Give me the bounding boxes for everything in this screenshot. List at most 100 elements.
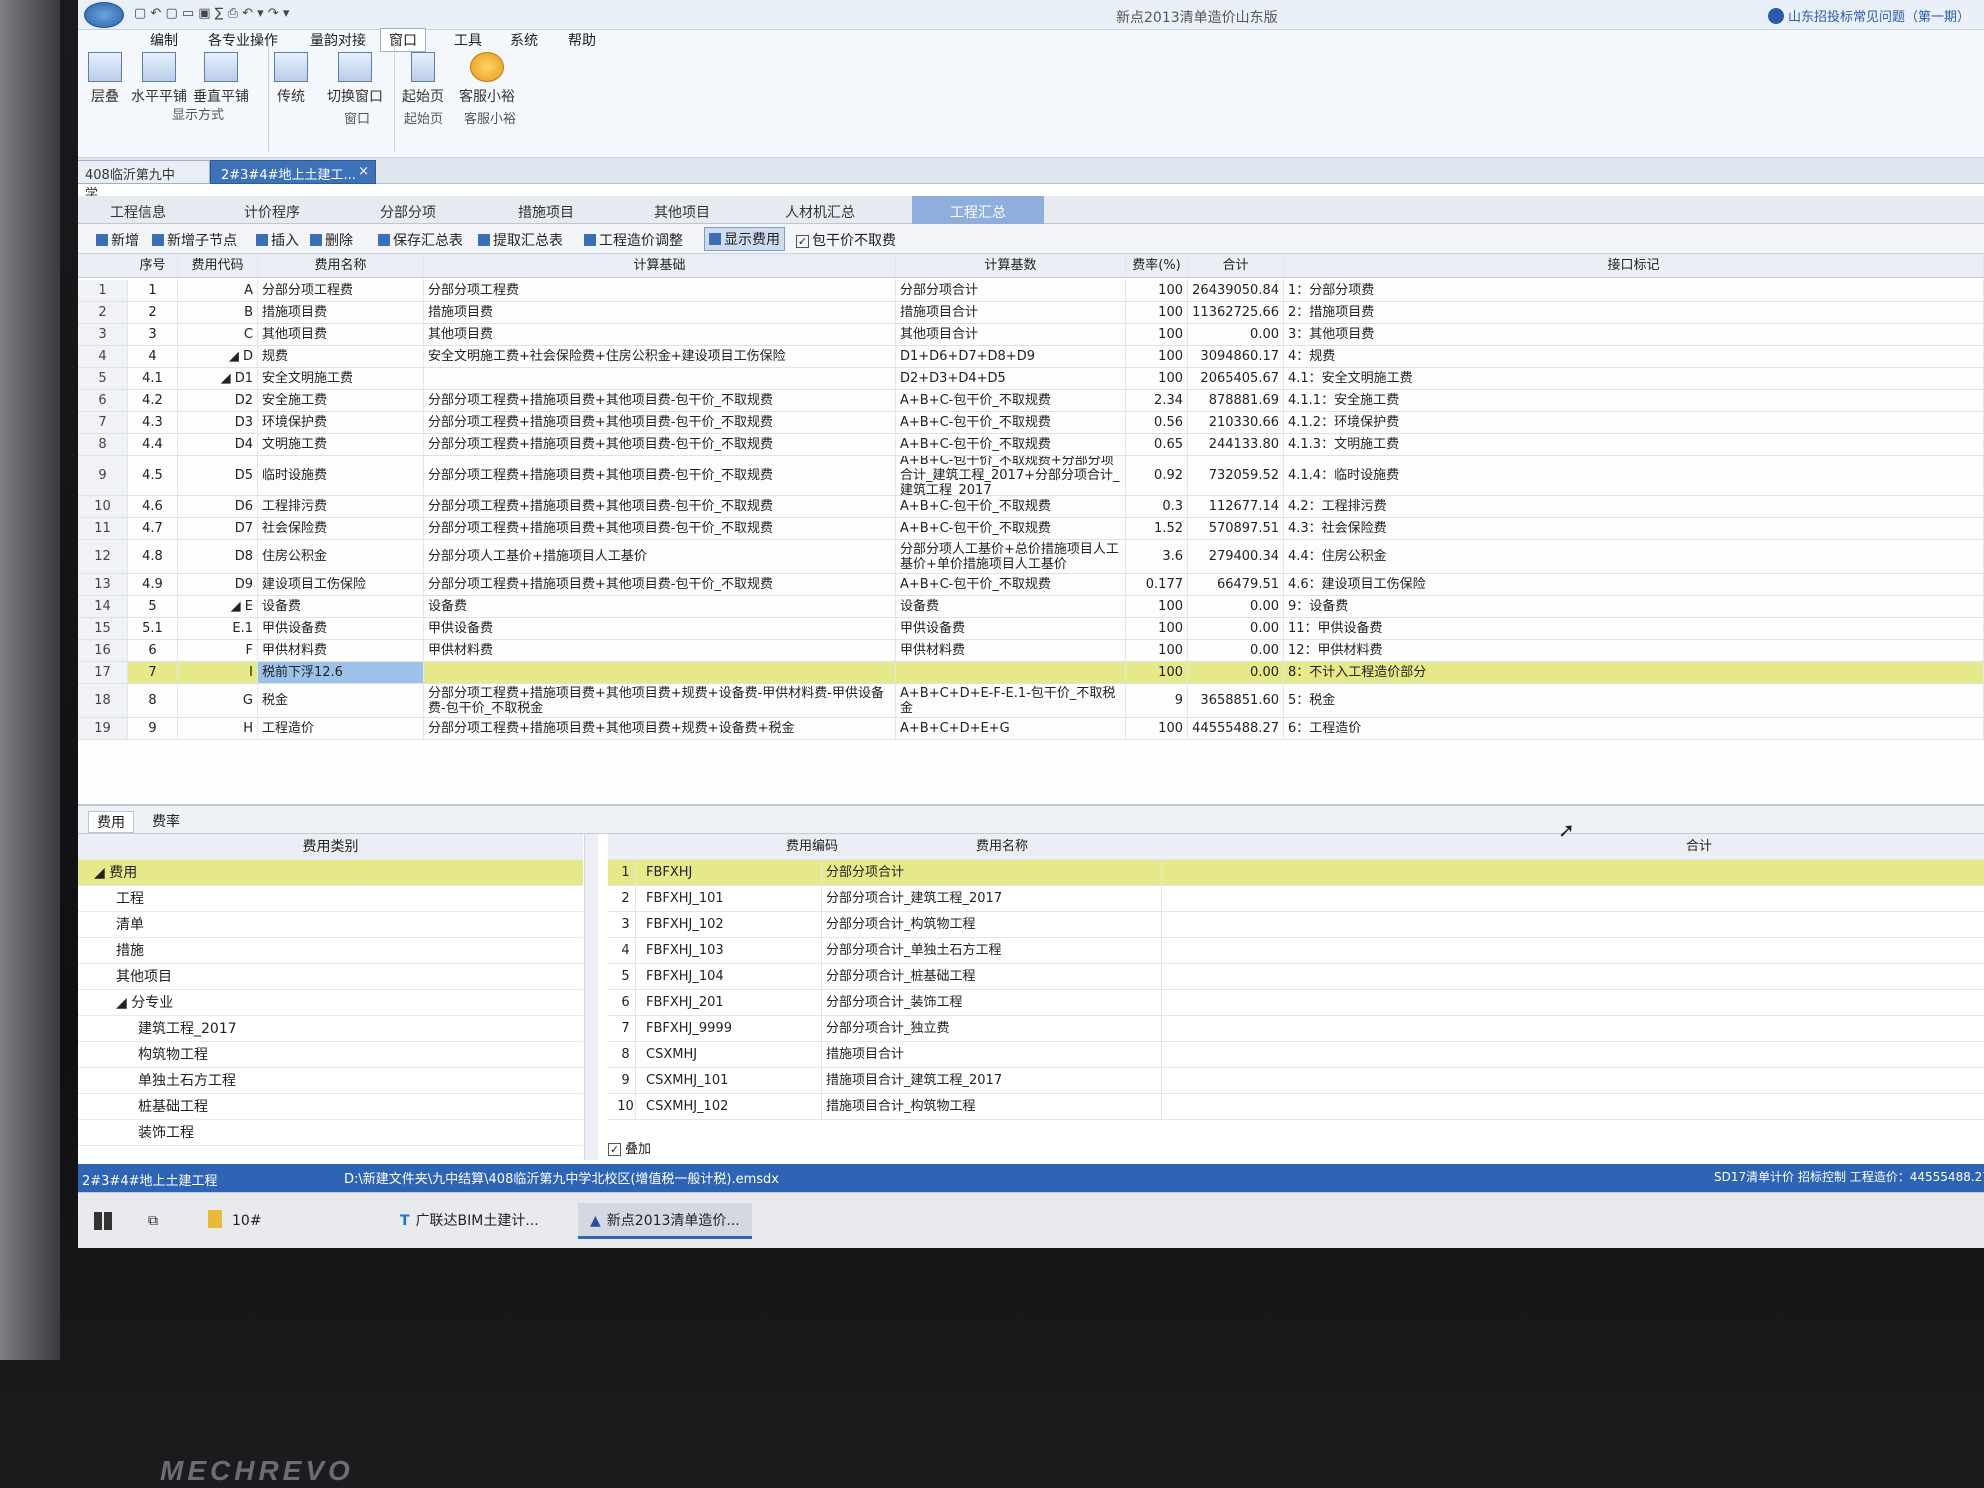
cell-total[interactable]: 66479.51 [1188,574,1284,595]
cell-basis[interactable]: 分部分项工程费+措施项目费+其他项目费-包干价_不取规费 [424,456,896,495]
cell-idx[interactable]: 12 [78,540,128,573]
cell-name[interactable]: 住房公积金 [258,540,424,573]
cell-total[interactable]: 112677.14 [1188,496,1284,517]
fee-table-row[interactable]: 8 CSXMHJ 措施项目合计 [608,1042,1984,1068]
table-row[interactable]: 3 3 C 其他项目费 其他项目费 其他项目合计 100 0.00 3：其他项目费 [78,324,1984,346]
fee-table-row[interactable]: 5 FBFXHJ_104 分部分项合计_桩基础工程 [608,964,1984,990]
cell-rate[interactable]: 9 [1126,684,1188,717]
cell-no[interactable]: 6 [128,640,178,661]
task-view-button[interactable]: ⧉ [148,1203,172,1239]
cell-rate[interactable]: 0.65 [1126,434,1188,455]
cell-code[interactable]: D3 [178,412,258,433]
table-row[interactable]: 7 4.3 D3 环境保护费 分部分项工程费+措施项目费+其他项目费-包干价_不取规费 A… [78,412,1984,434]
overlay-checkbox[interactable]: ✓ 叠加 [608,1138,651,1157]
fee-cell-code[interactable]: FBFXHJ_102 [642,912,822,938]
cell-name[interactable]: 税前下浮12.6 [258,662,424,683]
cell-total[interactable]: 878881.69 [1188,390,1284,411]
table-row[interactable]: 17 7 I 税前下浮12.6 100 0.00 8：不计入工程造价部分 [78,662,1984,684]
table-row[interactable]: 6 4.2 D2 安全施工费 分部分项工程费+措施项目费+其他项目费-包干价_不取规费 A… [78,390,1984,412]
cell-basis[interactable]: 措施项目费 [424,302,896,323]
fee-cell-code[interactable]: FBFXHJ [642,860,822,886]
tree-item[interactable]: 措施 [78,938,583,964]
cell-no[interactable]: 4.2 [128,390,178,411]
cell-total[interactable]: 0.00 [1188,618,1284,639]
tree-item[interactable]: ◢ 分专业 [78,990,583,1016]
fee-cell-code[interactable]: CSXMHJ [642,1042,822,1068]
cell-name[interactable]: 建设项目工伤保险 [258,574,424,595]
cell-basis[interactable]: 分部分项工程费+措施项目费+其他项目费-包干价_不取规费 [424,574,896,595]
table-row[interactable]: 12 4.8 D8 住房公积金 分部分项人工基价+措施项目人工基价 分部分项人工基价+总价… [78,540,1984,574]
cell-base[interactable]: A+B+C+D+E+G [896,718,1126,739]
fee-cell-idx[interactable]: 10 [612,1094,636,1120]
cell-name[interactable]: 其他项目费 [258,324,424,345]
table-row[interactable]: 16 6 F 甲供材料费 甲供材料费 甲供材料费 100 0.00 12：甲供材料费 [78,640,1984,662]
add-child-button[interactable]: 新增子节点 [152,230,237,250]
cell-code[interactable]: ◢ E [178,596,258,617]
cell-tag[interactable]: 11：甲供设备费 [1284,618,1984,639]
tree-item[interactable]: 单独土石方工程 [78,1068,583,1094]
cell-base[interactable]: 分部分项合计 [896,280,1126,301]
fee-cell-idx[interactable]: 7 [612,1016,636,1042]
tree-item[interactable]: 装饰工程 [78,1120,583,1146]
cell-rate[interactable]: 0.92 [1126,456,1188,495]
fee-cell-idx[interactable]: 5 [612,964,636,990]
doc-tab-school[interactable]: 408临沂第九中学... [78,160,210,202]
cell-base[interactable]: D2+D3+D4+D5 [896,368,1126,389]
cell-no[interactable]: 4 [128,346,178,367]
cell-basis[interactable]: 分部分项工程费+措施项目费+其他项目费-包干价_不取规费 [424,390,896,411]
cell-tag[interactable]: 4.1.1：安全施工费 [1284,390,1984,411]
cell-total[interactable]: 26439050.84 [1188,280,1284,301]
fee-cell-name[interactable]: 分部分项合计 [822,860,1162,886]
cell-rate[interactable]: 100 [1126,618,1188,639]
cell-rate[interactable]: 100 [1126,662,1188,683]
cell-code[interactable]: I [178,662,258,683]
tab-other-items[interactable]: 其他项目 [622,196,742,224]
col-header-no[interactable]: 序号 [128,254,178,277]
doc-tab-civil[interactable]: 2#3#4#地上土建工... × [210,160,376,184]
fee-cell-name[interactable]: 分部分项合计_单独土石方工程 [822,938,1162,964]
table-row[interactable]: 4 4 ◢ D 规费 安全文明施工费+社会保险费+住房公积金+建设项目工伤保险 D1+D6… [78,346,1984,368]
table-row[interactable]: 11 4.7 D7 社会保险费 分部分项工程费+措施项目费+其他项目费-包干价_不取规费… [78,518,1984,540]
cell-base[interactable] [896,662,1126,683]
fee-cell-code[interactable]: FBFXHJ_9999 [642,1016,822,1042]
cell-base[interactable]: 其他项目合计 [896,324,1126,345]
cell-base[interactable]: 甲供材料费 [896,640,1126,661]
cell-basis[interactable]: 分部分项人工基价+措施项目人工基价 [424,540,896,573]
fee-cell-idx[interactable]: 9 [612,1068,636,1094]
cell-name[interactable]: 安全施工费 [258,390,424,411]
fee-cell-code[interactable]: CSXMHJ_101 [642,1068,822,1094]
tree-item[interactable]: 构筑物工程 [78,1042,583,1068]
classic-window-button[interactable]: 传统 [260,52,322,132]
table-row[interactable]: 2 2 B 措施项目费 措施项目费 措施项目合计 100 11362725.66 2：措施项目费 [78,302,1984,324]
cell-rate[interactable]: 100 [1126,346,1188,367]
col-header-total[interactable]: 合计 [1188,254,1284,277]
fee-cell-name[interactable]: 分部分项合计_建筑工程_2017 [822,886,1162,912]
cell-no[interactable]: 4.7 [128,518,178,539]
taskbar-item-folder[interactable]: 10# [208,1203,262,1239]
col-header-base[interactable]: 计算基数 [896,254,1126,277]
cell-name[interactable]: 税金 [258,684,424,717]
cell-rate[interactable]: 100 [1126,302,1188,323]
cell-basis[interactable] [424,662,896,683]
cell-basis[interactable] [424,368,896,389]
cell-code[interactable]: D6 [178,496,258,517]
cell-code[interactable]: D5 [178,456,258,495]
cell-idx[interactable]: 10 [78,496,128,517]
col-header-fee-name[interactable]: 费用名称 [976,834,1028,860]
cell-idx[interactable]: 14 [78,596,128,617]
cell-base[interactable]: D1+D6+D7+D8+D9 [896,346,1126,367]
cell-total[interactable]: 732059.52 [1188,456,1284,495]
cell-base[interactable]: 设备费 [896,596,1126,617]
cell-tag[interactable]: 6：工程造价 [1284,718,1984,739]
cell-tag[interactable]: 9：设备费 [1284,596,1984,617]
cell-code[interactable]: ◢ D1 [178,368,258,389]
table-row[interactable]: 18 8 G 税金 分部分项工程费+措施项目费+其他项目费+规费+设备费-甲供材料费-甲… [78,684,1984,718]
cell-basis[interactable]: 甲供设备费 [424,618,896,639]
cell-basis[interactable]: 其他项目费 [424,324,896,345]
cell-basis[interactable]: 分部分项工程费+措施项目费+其他项目费-包干价_不取规费 [424,434,896,455]
cell-name[interactable]: 规费 [258,346,424,367]
cell-no[interactable]: 7 [128,662,178,683]
tab-project-summary[interactable]: 工程汇总 [912,196,1044,224]
cell-rate[interactable]: 100 [1126,640,1188,661]
cell-rate[interactable]: 100 [1126,368,1188,389]
